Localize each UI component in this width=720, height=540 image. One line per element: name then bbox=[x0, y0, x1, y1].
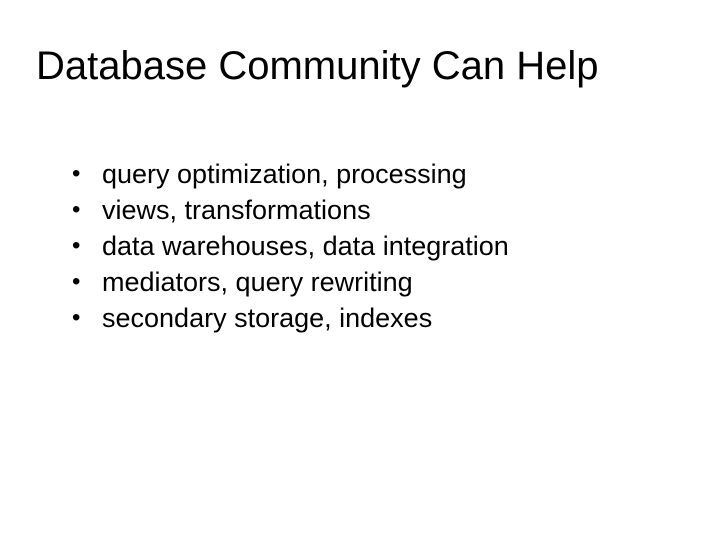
bullet-icon: • bbox=[72, 268, 102, 296]
slide-title: Database Community Can Help bbox=[0, 44, 720, 89]
bullet-icon: • bbox=[72, 196, 102, 224]
list-item: • secondary storage, indexes bbox=[72, 303, 720, 334]
bullet-icon: • bbox=[72, 304, 102, 332]
list-item: • query optimization, processing bbox=[72, 159, 720, 190]
list-item: • mediators, query rewriting bbox=[72, 267, 720, 298]
list-item: • data warehouses, data integration bbox=[72, 231, 720, 262]
list-item: • views, transformations bbox=[72, 195, 720, 226]
bullet-text: secondary storage, indexes bbox=[102, 303, 432, 334]
bullet-text: query optimization, processing bbox=[102, 159, 467, 190]
bullet-text: mediators, query rewriting bbox=[102, 267, 413, 298]
bullet-text: data warehouses, data integration bbox=[102, 231, 509, 262]
bullet-list: • query optimization, processing • views… bbox=[0, 89, 720, 334]
bullet-icon: • bbox=[72, 160, 102, 188]
bullet-text: views, transformations bbox=[102, 195, 371, 226]
slide-container: Database Community Can Help • query opti… bbox=[0, 0, 720, 540]
bullet-icon: • bbox=[72, 232, 102, 260]
